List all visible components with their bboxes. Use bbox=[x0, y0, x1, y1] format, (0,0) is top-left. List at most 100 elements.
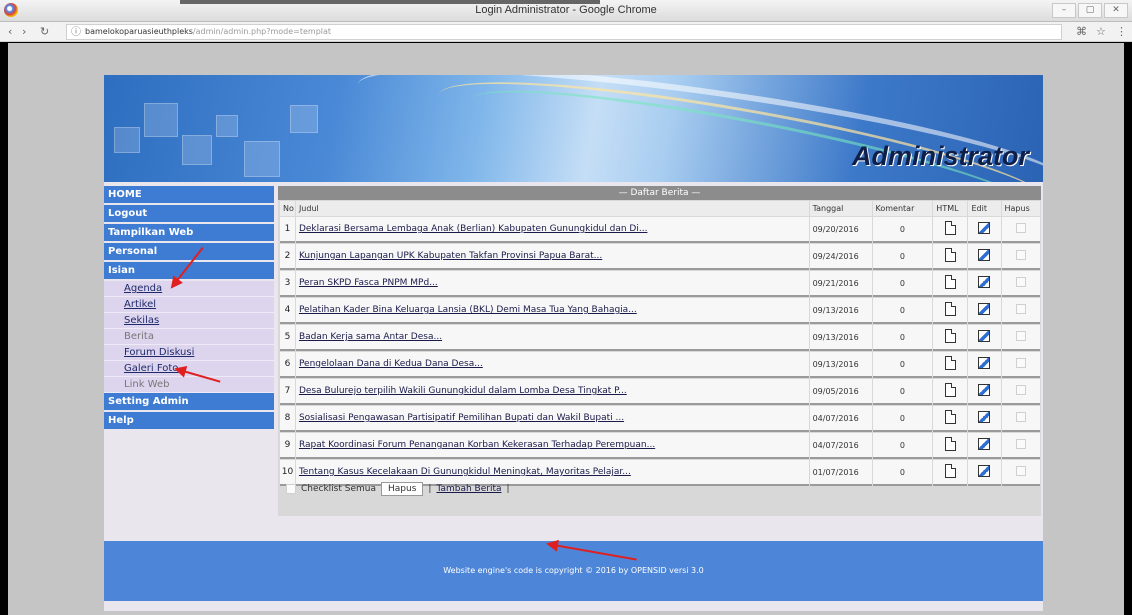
row-date: 04/07/2016 bbox=[809, 433, 872, 459]
edit-icon[interactable] bbox=[978, 356, 991, 369]
html-document-icon[interactable] bbox=[944, 274, 956, 289]
back-icon[interactable]: ‹ bbox=[8, 25, 12, 38]
news-list-panel: — Daftar Berita — No Judul Tanggal Komen… bbox=[278, 186, 1041, 516]
edit-icon[interactable] bbox=[978, 275, 991, 288]
sidebar-item-galeri-foto[interactable]: Galeri Foto bbox=[104, 361, 274, 377]
add-news-link[interactable]: Tambah Berita bbox=[436, 484, 501, 494]
row-html-cell bbox=[933, 244, 968, 270]
administrator-logo: Administrator bbox=[851, 141, 1029, 171]
delete-checkbox[interactable] bbox=[1015, 276, 1026, 287]
reload-icon[interactable]: ↻ bbox=[40, 25, 49, 38]
row-edit-cell bbox=[968, 379, 1001, 405]
delete-checkbox[interactable] bbox=[1015, 249, 1026, 260]
edit-icon[interactable] bbox=[978, 437, 991, 450]
row-date: 09/21/2016 bbox=[809, 271, 872, 297]
row-delete-cell bbox=[1001, 352, 1040, 378]
forward-icon[interactable]: › bbox=[22, 25, 26, 38]
sidebar-item-link-web[interactable]: Link Web bbox=[104, 377, 274, 393]
html-document-icon[interactable] bbox=[944, 301, 956, 316]
news-title-link[interactable]: Deklarasi Bersama Lembaga Anak (Berlian)… bbox=[299, 224, 648, 234]
html-document-icon[interactable] bbox=[944, 382, 956, 397]
sidebar-item-sekilas[interactable]: Sekilas bbox=[104, 313, 274, 329]
row-comment-count: 0 bbox=[872, 406, 933, 432]
delete-checkbox[interactable] bbox=[1015, 411, 1026, 422]
delete-checkbox[interactable] bbox=[1015, 384, 1026, 395]
news-title-link[interactable]: Sosialisasi Pengawasan Partisipatif Pemi… bbox=[299, 413, 624, 423]
edit-icon[interactable] bbox=[978, 221, 991, 234]
maximize-icon[interactable]: ▢ bbox=[1078, 3, 1102, 18]
news-title-link[interactable]: Peran SKPD Fasca PNPM MPd... bbox=[299, 278, 438, 288]
news-title-link[interactable]: Rapat Koordinasi Forum Penanganan Korban… bbox=[299, 440, 655, 450]
delete-checkbox[interactable] bbox=[1015, 465, 1026, 476]
separator: | bbox=[428, 484, 432, 494]
column-header-judul: Judul bbox=[295, 201, 809, 216]
html-document-icon[interactable] bbox=[944, 409, 956, 424]
close-icon[interactable]: ✕ bbox=[1104, 3, 1128, 18]
sidebar-item-forum-diskusi[interactable]: Forum Diskusi bbox=[104, 345, 274, 361]
html-document-icon[interactable] bbox=[944, 355, 956, 370]
sidebar-item-personal[interactable]: Personal bbox=[104, 243, 274, 260]
row-date: 09/13/2016 bbox=[809, 325, 872, 351]
sidebar-item-berita[interactable]: Berita bbox=[104, 329, 274, 345]
sidebar-item-agenda[interactable]: Agenda bbox=[104, 281, 274, 297]
news-title-link[interactable]: Desa Bulurejo terpilih Wakili Gunungkidu… bbox=[299, 386, 627, 396]
html-document-icon[interactable] bbox=[944, 328, 956, 343]
sidebar-menu: HOME Logout Tampilkan Web Personal Isian… bbox=[104, 186, 274, 431]
row-number: 1 bbox=[280, 217, 295, 243]
news-table: No Judul Tanggal Komentar HTML Edit Hapu… bbox=[279, 200, 1041, 487]
delete-checkbox[interactable] bbox=[1015, 330, 1026, 341]
html-document-icon[interactable] bbox=[944, 247, 956, 262]
news-title-link[interactable]: Kunjungan Lapangan UPK Kabupaten Takfan … bbox=[299, 251, 602, 261]
row-comment-count: 0 bbox=[872, 352, 933, 378]
header-banner: Administrator bbox=[104, 75, 1043, 182]
checkall-label: Checklist Semua bbox=[301, 484, 377, 494]
row-comment-count: 0 bbox=[872, 217, 933, 243]
row-comment-count: 0 bbox=[872, 325, 933, 351]
delete-checkbox[interactable] bbox=[1015, 438, 1026, 449]
sidebar-item-logout[interactable]: Logout bbox=[104, 205, 274, 222]
row-title-cell: Pengelolaan Dana di Kedua Dana Desa... bbox=[295, 352, 809, 378]
row-edit-cell bbox=[968, 325, 1001, 351]
edit-icon[interactable] bbox=[978, 383, 991, 396]
table-row: 6 Pengelolaan Dana di Kedua Dana Desa... 0… bbox=[280, 352, 1040, 378]
page-info-icon[interactable]: ⓘ bbox=[71, 26, 81, 40]
footer: Website engine's code is copyright © 201… bbox=[104, 541, 1043, 601]
table-row: 2 Kunjungan Lapangan UPK Kabupaten Takfan… bbox=[280, 244, 1040, 270]
html-document-icon[interactable] bbox=[944, 220, 956, 235]
list-title: — Daftar Berita — bbox=[278, 186, 1041, 200]
news-title-link[interactable]: Pelatihan Kader Bina Keluarga Lansia (BK… bbox=[299, 305, 637, 315]
edit-icon[interactable] bbox=[978, 410, 991, 423]
sidebar-item-artikel[interactable]: Artikel bbox=[104, 297, 274, 313]
edit-icon[interactable] bbox=[978, 248, 991, 261]
translate-icon[interactable]: ⌘ bbox=[1076, 25, 1087, 38]
row-delete-cell bbox=[1001, 244, 1040, 270]
news-title-link[interactable]: Badan Kerja sama Antar Desa... bbox=[299, 332, 442, 342]
bulk-actions: Checklist Semua Hapus | Tambah Berita | bbox=[278, 475, 1041, 503]
sidebar-item-help[interactable]: Help bbox=[104, 412, 274, 429]
browser-navbar: ‹ › ↻ ⓘ bamelokoparuasieuthpleks/admin/ad… bbox=[0, 22, 1132, 42]
edit-icon[interactable] bbox=[978, 302, 991, 315]
delete-checkbox[interactable] bbox=[1015, 357, 1026, 368]
sidebar-item-setting-admin[interactable]: Setting Admin bbox=[104, 393, 274, 410]
row-date: 09/13/2016 bbox=[809, 352, 872, 378]
table-row: 5 Badan Kerja sama Antar Desa... 09/13/201… bbox=[280, 325, 1040, 351]
row-title-cell: Deklarasi Bersama Lembaga Anak (Berlian)… bbox=[295, 217, 809, 243]
column-header-komentar: Komentar bbox=[872, 201, 933, 216]
news-title-link[interactable]: Pengelolaan Dana di Kedua Dana Desa... bbox=[299, 359, 483, 369]
edit-icon[interactable] bbox=[978, 329, 991, 342]
address-bar[interactable]: ⓘ bamelokoparuasieuthpleks/admin/admin.ph… bbox=[66, 24, 1062, 40]
html-document-icon[interactable] bbox=[944, 436, 956, 451]
sidebar-item-home[interactable]: HOME bbox=[104, 186, 274, 203]
delete-checkbox[interactable] bbox=[1015, 222, 1026, 233]
delete-checkbox[interactable] bbox=[1015, 303, 1026, 314]
delete-button[interactable]: Hapus bbox=[381, 482, 424, 496]
checkall-checkbox[interactable] bbox=[286, 484, 296, 494]
row-delete-cell bbox=[1001, 433, 1040, 459]
bookmark-star-icon[interactable]: ☆ bbox=[1096, 25, 1106, 38]
row-html-cell bbox=[933, 352, 968, 378]
menu-icon[interactable]: ⋮ bbox=[1116, 25, 1127, 38]
row-date: 04/07/2016 bbox=[809, 406, 872, 432]
minimize-icon[interactable]: – bbox=[1052, 3, 1076, 18]
sidebar-item-tampilkan-web[interactable]: Tampilkan Web bbox=[104, 224, 274, 241]
admin-site: Administrator HOME Logout Tampilkan Web … bbox=[104, 75, 1043, 611]
